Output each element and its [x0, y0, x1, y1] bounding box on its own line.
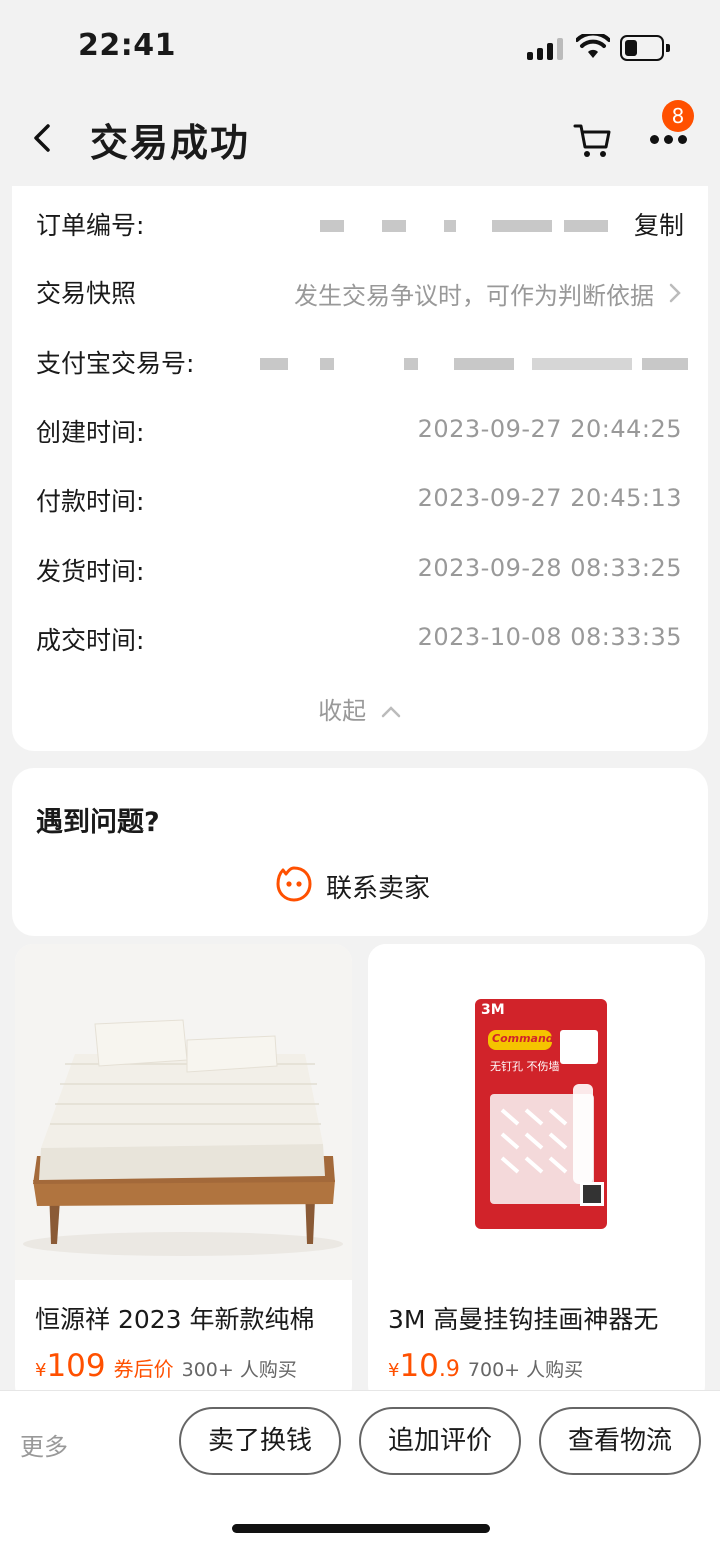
nav-bar: 交易成功 — [0, 96, 720, 186]
seller-chat-icon — [276, 866, 312, 902]
wifi-icon — [576, 34, 610, 58]
alipay-number-row: 支付宝交易号: — [12, 336, 708, 386]
created-time-value: 2023-09-27 20:44:25 — [417, 415, 682, 443]
paid-time-value: 2023-09-27 20:45:13 — [417, 484, 682, 512]
product-image-hooks: 3M Command 无钉孔 不伤墙 — [368, 944, 705, 1280]
price-value: 109 — [46, 1348, 106, 1384]
copy-button[interactable]: 复制 — [634, 206, 684, 242]
paid-time-row: 付款时间: 2023-09-27 20:45:13 — [12, 474, 708, 524]
contact-seller-label: 联系卖家 — [326, 874, 431, 904]
price-currency: ¥ — [35, 1360, 47, 1381]
order-number-row: 订单编号: 复制 — [12, 198, 708, 248]
alipay-number-label: 支付宝交易号: — [36, 349, 195, 378]
message-count-badge: 8 — [662, 100, 694, 132]
bottom-action-bar: 更多 卖了换钱 追加评价 查看物流 — [0, 1390, 720, 1558]
product-name: 3M 高曼挂钩挂画神器无 — [388, 1305, 659, 1334]
product-card[interactable]: 恒源祥 2023 年新款纯棉 ¥109 券后价 300+ 人购买 — [15, 944, 352, 1404]
logo-label: Command — [492, 1032, 554, 1045]
add-review-button[interactable]: 追加评价 — [359, 1407, 521, 1475]
help-title: 遇到问题? — [36, 807, 160, 838]
created-time-label: 创建时间: — [36, 418, 145, 447]
page-title: 交易成功 — [90, 121, 251, 165]
back-arrow-icon[interactable] — [26, 116, 62, 160]
product-image-mattress — [15, 944, 352, 1280]
shopping-cart-icon[interactable] — [572, 120, 614, 160]
completed-time-label: 成交时间: — [36, 626, 145, 655]
chevron-up-icon — [381, 706, 401, 718]
snapshot-hint: 发生交易争议时，可作为判断依据 — [294, 282, 654, 310]
chevron-right-icon — [669, 283, 681, 303]
paid-time-label: 付款时间: — [36, 487, 145, 516]
cellular-signal-icon — [527, 38, 563, 60]
price-currency: ¥ — [388, 1360, 400, 1381]
status-bar: 22:41 — [0, 0, 720, 96]
status-time: 22:41 — [78, 28, 176, 63]
shipped-time-row: 发货时间: 2023-09-28 08:33:25 — [12, 544, 708, 594]
coupon-price-tag: 券后价 — [113, 1357, 174, 1381]
more-actions-link[interactable]: 更多 — [20, 1427, 68, 1462]
price-value: 10 — [399, 1348, 439, 1384]
collapse-toggle[interactable]: 收起 — [12, 691, 708, 726]
shipped-time-label: 发货时间: — [36, 557, 145, 586]
home-indicator — [232, 1524, 490, 1533]
created-time-row: 创建时间: 2023-09-27 20:44:25 — [12, 405, 708, 455]
completed-time-row: 成交时间: 2023-10-08 08:33:35 — [12, 613, 708, 663]
buyer-count: 300+ 人购买 — [181, 1359, 297, 1381]
collapse-label: 收起 — [318, 697, 367, 725]
buyer-count: 700+ 人购买 — [467, 1359, 584, 1381]
shipped-time-value: 2023-09-28 08:33:25 — [417, 554, 682, 582]
price-line: ¥10.9 700+ 人购买 — [388, 1348, 583, 1388]
completed-time-value: 2023-10-08 08:33:35 — [417, 623, 682, 651]
help-card: 遇到问题? 联系卖家 — [12, 768, 708, 936]
order-number-label: 订单编号: — [36, 211, 145, 240]
tagline-label: 无钉孔 不伤墙 — [490, 1060, 560, 1073]
sell-button[interactable]: 卖了换钱 — [179, 1407, 341, 1475]
price-line: ¥109 券后价 300+ 人购买 — [35, 1348, 297, 1388]
order-info-card: 订单编号: 复制 交易快照 发生交易争议时，可作为判断依据 支付宝交易号: 创建… — [12, 186, 708, 751]
snapshot-row[interactable]: 交易快照 发生交易争议时，可作为判断依据 — [12, 266, 708, 316]
product-name: 恒源祥 2023 年新款纯棉 — [35, 1305, 315, 1334]
battery-icon — [620, 35, 670, 61]
snapshot-label: 交易快照 — [36, 279, 137, 308]
product-card[interactable]: 3M Command 无钉孔 不伤墙 3M 高曼挂钩挂画神器无 ¥10.9 700… — [368, 944, 705, 1404]
price-decimal: .9 — [438, 1357, 460, 1382]
brand-label: 3M — [481, 1002, 505, 1018]
view-logistics-button[interactable]: 查看物流 — [539, 1407, 701, 1475]
